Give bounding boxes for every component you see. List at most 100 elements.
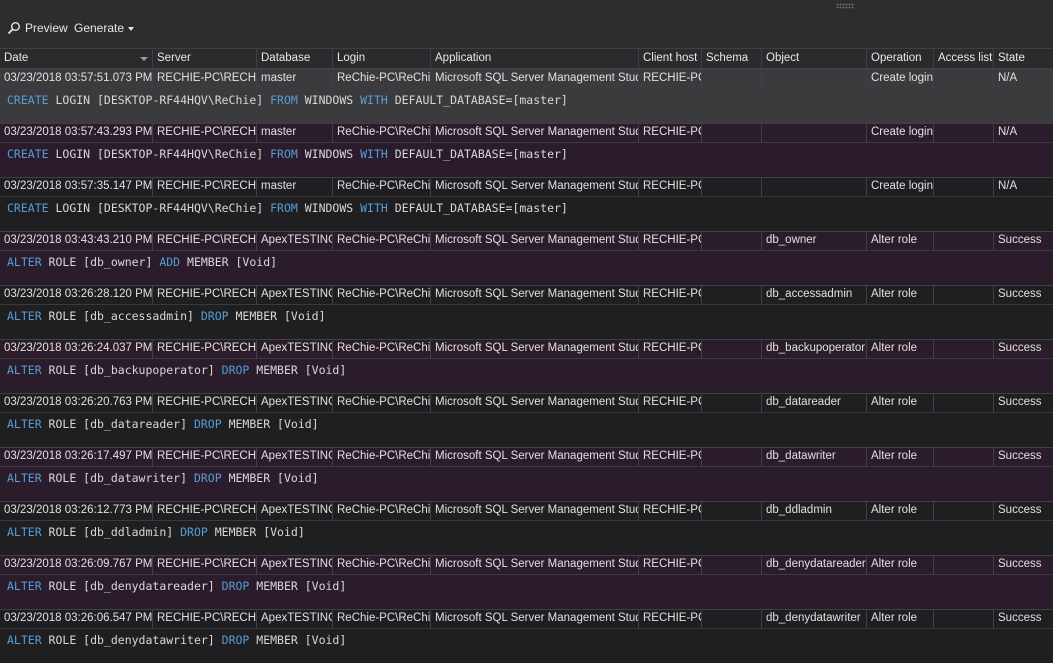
cell-state: Success	[998, 558, 1042, 570]
table-row[interactable]: 03/23/2018 03:26:12.773 PM RECHIE-PC\RECH…	[0, 501, 1053, 521]
table-row[interactable]: 03/23/2018 03:26:20.763 PM RECHIE-PC\RECH…	[0, 393, 1053, 413]
cell-server: RECHIE-PC\RECHIE	[153, 232, 257, 251]
cell-date: 03/23/2018 03:26:28.120 PM	[0, 286, 153, 305]
cell-operation: Alter role	[867, 610, 934, 629]
sql-keyword: CREATE	[7, 147, 49, 161]
cell-access-list	[934, 70, 994, 89]
sql-text: ROLE [db_ddladmin]	[41, 525, 181, 539]
table-row[interactable]: 03/23/2018 03:26:28.120 PM RECHIE-PC\RECH…	[0, 285, 1053, 305]
cell-state: Success	[998, 288, 1042, 300]
sql-keyword: DROP	[221, 633, 250, 647]
cell-server: RECHIE-PC\RECHIE	[153, 394, 257, 413]
generate-button[interactable]: Generate	[74, 20, 135, 36]
grid-rows: 03/23/2018 03:57:51.073 PM RECHIE-PC\RECH…	[0, 69, 1053, 663]
audit-record[interactable]: 03/23/2018 03:57:51.073 PM RECHIE-PC\RECH…	[0, 69, 1053, 123]
column-header-database[interactable]: Database	[257, 49, 333, 69]
audit-record[interactable]: 03/23/2018 03:26:17.497 PM RECHIE-PC\RECH…	[0, 447, 1053, 501]
sql-text: DEFAULT_DATABASE=[master]	[387, 201, 568, 215]
cell-object	[762, 124, 867, 143]
cell-state: Success	[998, 504, 1042, 516]
table-row[interactable]: 03/23/2018 03:57:43.293 PM RECHIE-PC\RECH…	[0, 123, 1053, 143]
cell-access-list	[934, 124, 994, 143]
cell-database: ApexTESTING	[257, 286, 333, 305]
cell-application: Microsoft SQL Server Management Studio	[431, 502, 639, 521]
sql-keyword: CREATE	[7, 93, 49, 107]
cell-server: RECHIE-PC\RECHIE	[153, 502, 257, 521]
cell-date: 03/23/2018 03:57:51.073 PM	[0, 70, 153, 89]
cell-server: RECHIE-PC\RECHIE	[153, 556, 257, 575]
cell-server: RECHIE-PC\RECHIE	[153, 610, 257, 629]
cell-login: ReChie-PC\ReChie	[333, 556, 431, 575]
column-header-state[interactable]: State	[994, 49, 1053, 69]
cell-operation: Alter role	[867, 556, 934, 575]
cell-date: 03/23/2018 03:57:43.293 PM	[0, 124, 153, 143]
table-row[interactable]: 03/23/2018 03:26:24.037 PM RECHIE-PC\RECH…	[0, 339, 1053, 359]
sql-statement: CREATE LOGIN [DESKTOP-RF44HQV\ReChie] FR…	[7, 144, 568, 164]
cell-state: Success	[998, 342, 1042, 354]
sql-keyword: ALTER	[7, 471, 42, 485]
cell-state: Success	[998, 396, 1042, 408]
cell-date: 03/23/2018 03:57:35.147 PM	[0, 178, 153, 197]
audit-record[interactable]: 03/23/2018 03:26:09.767 PM RECHIE-PC\RECH…	[0, 555, 1053, 609]
audit-record[interactable]: 03/23/2018 03:57:35.147 PM RECHIE-PC\RECH…	[0, 177, 1053, 231]
cell-access-list	[934, 556, 994, 575]
generate-label: Generate	[74, 21, 125, 35]
sql-text: WINDOWS	[297, 201, 361, 215]
sql-text: MEMBER [Void]	[180, 255, 278, 269]
column-header-date[interactable]: Date	[0, 49, 153, 69]
column-header-schema[interactable]: Schema	[702, 49, 762, 69]
cell-object: db_owner	[762, 232, 867, 251]
preview-button[interactable]: Preview	[7, 20, 68, 36]
column-header-object[interactable]: Object	[762, 49, 867, 69]
table-row[interactable]: 03/23/2018 03:57:35.147 PM RECHIE-PC\RECH…	[0, 177, 1053, 197]
sql-keyword: ALTER	[7, 309, 42, 323]
cell-application: Microsoft SQL Server Management Studio	[431, 178, 639, 197]
sort-desc-icon	[140, 57, 148, 61]
cell-state: Success	[998, 450, 1042, 462]
cell-application: Microsoft SQL Server Management Studio	[431, 70, 639, 89]
audit-record[interactable]: 03/23/2018 03:26:20.763 PM RECHIE-PC\RECH…	[0, 393, 1053, 447]
cell-operation: Alter role	[867, 340, 934, 359]
sql-keyword: ADD	[159, 255, 181, 269]
audit-record[interactable]: 03/23/2018 03:26:28.120 PM RECHIE-PC\RECH…	[0, 285, 1053, 339]
table-row[interactable]: 03/23/2018 03:26:09.767 PM RECHIE-PC\RECH…	[0, 555, 1053, 575]
cell-client-host: RECHIE-PC	[639, 286, 702, 305]
sql-text: DEFAULT_DATABASE=[master]	[387, 93, 568, 107]
audit-record[interactable]: 03/23/2018 03:26:24.037 PM RECHIE-PC\RECH…	[0, 339, 1053, 393]
audit-record[interactable]: 03/23/2018 03:26:06.547 PM RECHIE-PC\RECH…	[0, 609, 1053, 663]
audit-record[interactable]: 03/23/2018 03:57:43.293 PM RECHIE-PC\RECH…	[0, 123, 1053, 177]
cell-schema	[702, 448, 762, 467]
column-header-access-list[interactable]: Access list	[934, 49, 994, 69]
sql-text: ROLE [db_denydatawriter]	[41, 633, 222, 647]
cell-schema	[702, 556, 762, 575]
column-header-application[interactable]: Application	[431, 49, 639, 69]
cell-access-list	[934, 394, 994, 413]
cell-login: ReChie-PC\ReChie	[333, 286, 431, 305]
cell-application: Microsoft SQL Server Management Studio	[431, 124, 639, 143]
table-row[interactable]: 03/23/2018 03:43:43.210 PM RECHIE-PC\RECH…	[0, 231, 1053, 251]
table-row[interactable]: 03/23/2018 03:57:51.073 PM RECHIE-PC\RECH…	[0, 69, 1053, 89]
sql-keyword: CREATE	[7, 201, 49, 215]
table-row[interactable]: 03/23/2018 03:26:17.497 PM RECHIE-PC\RECH…	[0, 447, 1053, 467]
column-header-client-host[interactable]: Client host	[639, 49, 702, 69]
toolbar: Preview Generate	[0, 0, 1053, 48]
cell-database: ApexTESTING	[257, 556, 333, 575]
sql-statement: ALTER ROLE [db_owner] ADD MEMBER [Void]	[7, 252, 277, 272]
sql-text: WINDOWS	[297, 93, 361, 107]
table-row[interactable]: 03/23/2018 03:26:06.547 PM RECHIE-PC\RECH…	[0, 609, 1053, 629]
cell-access-list	[934, 178, 994, 197]
column-header-login[interactable]: Login	[333, 49, 431, 69]
panel-grip-handle[interactable]	[836, 3, 854, 9]
column-header-server[interactable]: Server	[153, 49, 257, 69]
cell-date: 03/23/2018 03:26:09.767 PM	[0, 556, 153, 575]
cell-operation: Create login	[867, 70, 934, 89]
audit-record[interactable]: 03/23/2018 03:43:43.210 PM RECHIE-PC\RECH…	[0, 231, 1053, 285]
cell-client-host: RECHIE-PC	[639, 394, 702, 413]
cell-operation: Create login	[867, 124, 934, 143]
cell-application: Microsoft SQL Server Management Studio	[431, 232, 639, 251]
sql-keyword: DROP	[193, 471, 222, 485]
column-header-operation[interactable]: Operation	[867, 49, 934, 69]
audit-record[interactable]: 03/23/2018 03:26:12.773 PM RECHIE-PC\RECH…	[0, 501, 1053, 555]
cell-application: Microsoft SQL Server Management Studio	[431, 286, 639, 305]
cell-state: N/A	[998, 180, 1018, 192]
